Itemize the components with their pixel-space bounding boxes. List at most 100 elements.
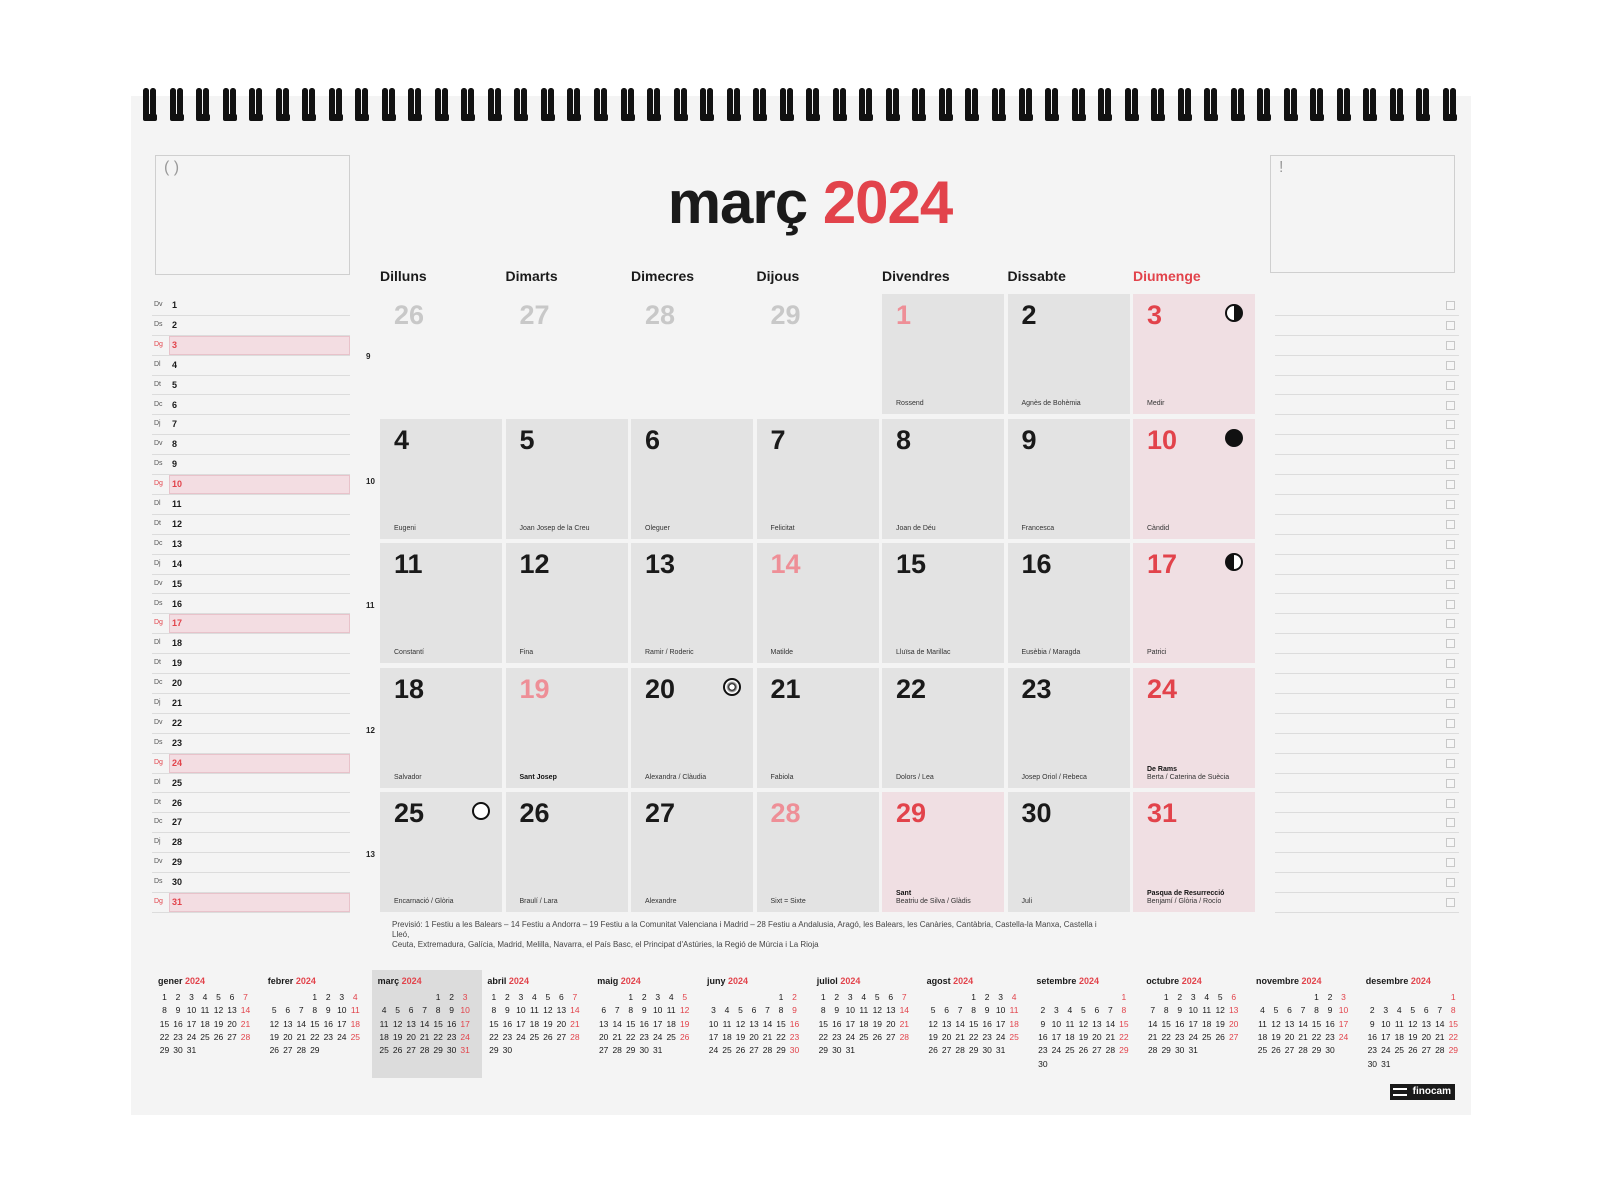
mini-month-agost[interactable]: agost 2024 1 2 3 4 5 6 7 8 9 10 11 12 13 14 15 16 17 18 19 2… xyxy=(921,970,1031,1078)
daily-list-row[interactable]: Dg 17 xyxy=(152,614,350,635)
daily-list-row[interactable]: Dc 20 xyxy=(152,674,350,694)
todo-checkbox[interactable] xyxy=(1446,738,1455,748)
todo-row[interactable] xyxy=(1275,555,1459,575)
todo-row[interactable] xyxy=(1275,794,1459,814)
daily-list-row[interactable]: Dc 27 xyxy=(152,813,350,834)
day-cell[interactable]: 24 De Rams Berta / Caterina de Suècia xyxy=(1133,667,1255,788)
todo-row[interactable] xyxy=(1275,634,1459,655)
daily-list-row[interactable]: Dg 31 xyxy=(152,893,350,913)
day-cell[interactable]: 26 Braulí / Lara xyxy=(505,792,628,912)
todo-checkbox[interactable] xyxy=(1446,599,1455,609)
day-cell[interactable]: 31 Pasqua de Resurrecció Benjamí / Glòria … xyxy=(1133,792,1255,912)
day-cell[interactable]: 23 Josep Oriol / Rebeca xyxy=(1007,667,1130,788)
day-cell[interactable]: 25 Encarnació / Glòria xyxy=(380,792,502,912)
mini-month-abril[interactable]: abril 2024 1 2 3 4 5 6 7 8 9 10 11 12 13 14 15 16 17 18 19 2… xyxy=(481,970,591,1078)
todo-row[interactable] xyxy=(1275,734,1459,754)
day-cell[interactable]: 30 Juli xyxy=(1007,792,1130,912)
todo-row[interactable] xyxy=(1275,714,1459,734)
todo-row[interactable] xyxy=(1275,595,1459,615)
todo-checkbox[interactable] xyxy=(1446,858,1455,868)
todo-row[interactable] xyxy=(1275,415,1459,436)
mini-month-novembre[interactable]: novembre 2024 1 2 3 4 5 6 7 8 9 10 11 12 13 14 15 16 17 18… xyxy=(1250,970,1360,1078)
day-cell[interactable]: 28 Sixt = Sixte xyxy=(756,792,879,912)
todo-row[interactable] xyxy=(1275,296,1459,316)
mini-month-març[interactable]: març 2024 1 2 3 4 5 6 7 8 9 10 11 12 13 14 15 16 17 18 19 20… xyxy=(371,970,482,1078)
daily-list-row[interactable]: Dt 5 xyxy=(152,376,350,396)
day-cell[interactable]: 12 Fina xyxy=(505,543,628,663)
daily-list-row[interactable]: Dt 26 xyxy=(152,794,350,814)
day-cell-prev-month[interactable]: 27 xyxy=(506,294,628,414)
day-cell[interactable]: 20 Alexandra / Clàudia xyxy=(631,667,753,788)
todo-checkbox[interactable] xyxy=(1446,480,1455,490)
todo-row[interactable] xyxy=(1275,853,1459,874)
todo-checkbox[interactable] xyxy=(1446,340,1455,350)
todo-checkbox[interactable] xyxy=(1446,818,1455,828)
todo-row[interactable] xyxy=(1275,754,1459,774)
todo-row[interactable] xyxy=(1275,515,1459,535)
todo-checkbox[interactable] xyxy=(1446,519,1455,529)
todo-checkbox[interactable] xyxy=(1446,539,1455,549)
todo-checkbox[interactable] xyxy=(1446,878,1455,888)
todo-row[interactable] xyxy=(1275,396,1459,416)
day-cell[interactable]: 9 Francesca xyxy=(1007,418,1130,539)
day-cell[interactable]: 14 Matilde xyxy=(756,543,879,663)
day-cell[interactable]: 15 Lluïsa de Marillac xyxy=(882,543,1004,663)
daily-list-row[interactable]: Ds 16 xyxy=(152,595,350,615)
todo-row[interactable] xyxy=(1275,356,1459,376)
day-cell-prev-month[interactable]: 29 xyxy=(757,294,879,414)
daily-list-row[interactable]: Dt 12 xyxy=(152,515,350,535)
todo-row[interactable] xyxy=(1275,813,1459,834)
day-cell[interactable]: 4 Eugeni xyxy=(380,418,502,539)
todo-checkbox[interactable] xyxy=(1446,679,1455,689)
daily-list-row[interactable]: Dl 25 xyxy=(152,774,350,794)
daily-list-row[interactable]: Dc 6 xyxy=(152,396,350,416)
todo-row[interactable] xyxy=(1275,774,1459,794)
todo-checkbox[interactable] xyxy=(1446,659,1455,669)
todo-checkbox[interactable] xyxy=(1446,380,1455,390)
todo-checkbox[interactable] xyxy=(1446,440,1455,450)
daily-list-row[interactable]: Dc 13 xyxy=(152,535,350,555)
daily-list-row[interactable]: Dj 14 xyxy=(152,555,350,575)
daily-list-row[interactable]: Ds 9 xyxy=(152,455,350,476)
todo-checkbox[interactable] xyxy=(1446,619,1455,629)
mini-month-octubre[interactable]: octubre 2024 1 2 3 4 5 6 7 8 9 10 11 12 13 14 15 16 17 18 1… xyxy=(1140,970,1250,1078)
todo-checkbox[interactable] xyxy=(1446,301,1455,310)
day-cell[interactable]: 16 Eusèbia / Maragda xyxy=(1007,543,1130,663)
daily-list-row[interactable]: Ds 23 xyxy=(152,734,350,754)
todo-checkbox[interactable] xyxy=(1446,460,1455,470)
daily-list-row[interactable]: Dg 24 xyxy=(152,753,350,774)
day-cell[interactable]: 17 Patrici xyxy=(1133,543,1255,663)
daily-list-row[interactable]: Dv 22 xyxy=(152,714,350,734)
mini-month-juny[interactable]: juny 2024 1 2 3 4 5 6 7 8 9 10 11 12 13 14 15 16 17 18 19 20… xyxy=(701,970,811,1078)
todo-row[interactable] xyxy=(1275,475,1459,495)
day-cell[interactable]: 6 Oleguer xyxy=(631,418,753,539)
day-cell[interactable]: 18 Salvador xyxy=(380,667,502,788)
mini-month-febrer[interactable]: febrer 2024 1 2 3 4 5 6 7 8 9 10 11 12 13 14 15 16 17 18 19… xyxy=(262,970,372,1078)
todo-row[interactable] xyxy=(1275,495,1459,515)
todo-row[interactable] xyxy=(1275,833,1459,854)
todo-checkbox[interactable] xyxy=(1446,400,1455,410)
todo-checkbox[interactable] xyxy=(1446,798,1455,808)
daily-list-row[interactable]: Dj 21 xyxy=(152,694,350,714)
todo-checkbox[interactable] xyxy=(1446,699,1455,708)
daily-list-row[interactable]: Dv 8 xyxy=(152,435,350,456)
daily-list-row[interactable]: Dv 15 xyxy=(152,575,350,595)
daily-list-row[interactable]: Dj 7 xyxy=(152,415,350,436)
todo-row[interactable] xyxy=(1275,435,1459,456)
day-cell[interactable]: 29 Sant Beatriu de Silva / Glàdis xyxy=(882,792,1004,912)
todo-checkbox[interactable] xyxy=(1446,778,1455,788)
daily-list-row[interactable]: Dl 18 xyxy=(152,634,350,655)
daily-list-row[interactable]: Ds 2 xyxy=(152,316,350,336)
daily-list-row[interactable]: Dv 29 xyxy=(152,853,350,874)
todo-row[interactable] xyxy=(1275,535,1459,555)
todo-checkbox[interactable] xyxy=(1446,360,1455,370)
mini-month-maig[interactable]: maig 2024 1 2 3 4 5 6 7 8 9 10 11 12 13 14 15 16 17 18 19 20… xyxy=(591,970,701,1078)
daily-list-row[interactable]: Dt 19 xyxy=(152,654,350,675)
day-cell[interactable]: 13 Ramir / Roderic xyxy=(631,543,753,663)
todo-checkbox[interactable] xyxy=(1446,718,1455,728)
todo-row[interactable] xyxy=(1275,575,1459,595)
todo-checkbox[interactable] xyxy=(1446,420,1455,430)
daily-list-row[interactable]: Dj 28 xyxy=(152,833,350,854)
day-cell[interactable]: 3 Medir xyxy=(1133,294,1255,414)
todo-row[interactable] xyxy=(1275,316,1459,336)
